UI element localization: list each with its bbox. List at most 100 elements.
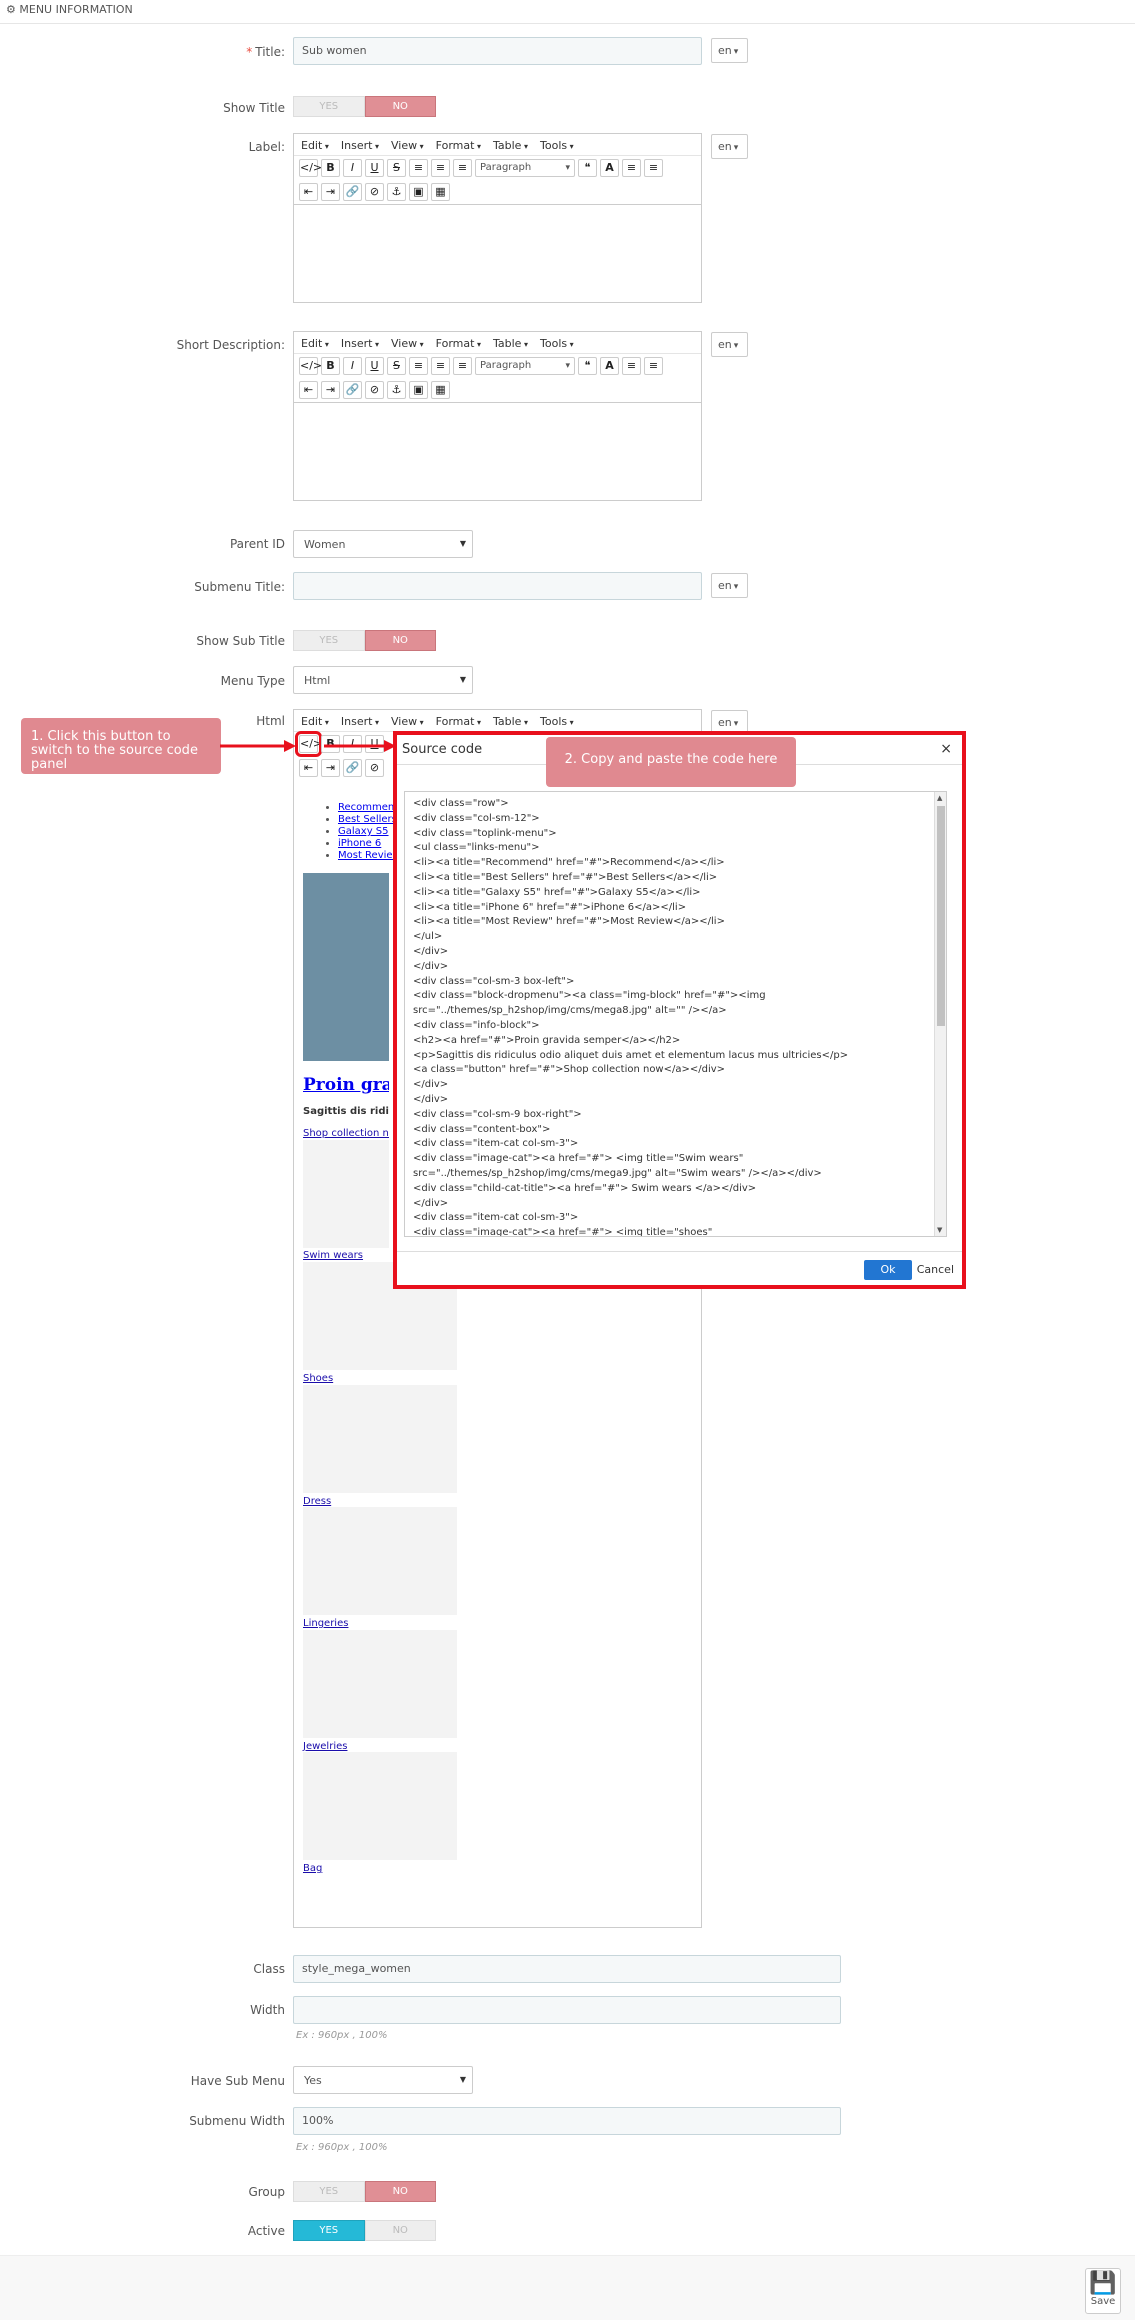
group-yes[interactable]: YES [293,2181,365,2202]
short-desc-editor-area[interactable] [294,402,701,500]
menu-tools[interactable]: Tools [540,715,574,728]
menu-edit[interactable]: Edit [301,139,329,152]
source-code-icon[interactable]: </> [299,159,322,177]
link-icon[interactable]: 🔗 [343,759,362,777]
menu-edit[interactable]: Edit [301,715,329,728]
title-input[interactable]: Sub women [293,37,702,65]
link-icon[interactable]: 🔗 [343,183,362,201]
bold-icon[interactable]: B [321,357,340,375]
class-input[interactable]: style_mega_women [293,1955,841,1983]
preview-link-galaxy[interactable]: Galaxy S5 [338,826,389,837]
media-icon[interactable]: ▣ [409,381,428,399]
preview-link-most-review[interactable]: Most Review [338,850,401,861]
cat-link-swim[interactable]: Swim wears [303,1250,363,1261]
menu-format[interactable]: Format [436,337,481,350]
menu-table[interactable]: Table [493,715,528,728]
preview-heading[interactable]: Proin gravida semper [303,1075,389,1095]
paragraph-select[interactable]: Paragraph [475,159,575,177]
blockquote-icon[interactable]: ❝ [578,159,597,177]
align-right-icon[interactable]: ≡ [453,357,472,375]
label-editor[interactable]: EditInsertViewFormatTableTools </>BIUS≡≡… [293,133,702,303]
menu-format[interactable]: Format [436,139,481,152]
menu-insert[interactable]: Insert [341,715,379,728]
menu-format[interactable]: Format [436,715,481,728]
group-no[interactable]: NO [364,2181,436,2202]
menu-view[interactable]: View [391,139,424,152]
label-editor-area[interactable] [294,204,701,302]
bullet-list-icon[interactable]: ≡ [622,357,641,375]
short-desc-editor[interactable]: EditInsertViewFormatTableTools </>BIUS≡≡… [293,331,702,501]
link-icon[interactable]: 🔗 [343,381,362,399]
parent-id-select[interactable]: Women [293,530,473,558]
anchor-icon[interactable]: ⚓ [387,183,406,201]
code-scrollbar[interactable]: ▲ ▼ [932,792,946,1236]
indent-icon[interactable]: ⇥ [321,183,340,201]
active-yes[interactable]: YES [293,2220,365,2241]
menu-tools[interactable]: Tools [540,337,574,350]
image-icon[interactable]: ▦ [431,381,450,399]
submenu-title-lang-select[interactable]: en [711,573,748,598]
cancel-button[interactable]: Cancel [917,1263,954,1276]
unlink-icon[interactable]: ⊘ [365,759,384,777]
width-input[interactable] [293,1996,841,2024]
show-sub-title-yes[interactable]: YES [293,630,365,651]
image-icon[interactable]: ▦ [431,183,450,201]
menu-type-select[interactable]: Html [293,666,473,694]
short-desc-lang-select[interactable]: en [711,332,748,357]
unlink-icon[interactable]: ⊘ [365,381,384,399]
source-code-textarea[interactable]: <div class="row"> <div class="col-sm-12"… [404,791,947,1237]
preview-link-recommend[interactable]: Recommend [338,802,401,813]
cat-link-shoes[interactable]: Shoes [303,1373,333,1384]
outdent-icon[interactable]: ⇤ [299,183,318,201]
align-center-icon[interactable]: ≡ [431,159,450,177]
italic-icon[interactable]: I [343,159,362,177]
active-no[interactable]: NO [364,2220,436,2241]
numbered-list-icon[interactable]: ≡ [644,159,663,177]
align-center-icon[interactable]: ≡ [431,357,450,375]
show-title-yes[interactable]: YES [293,96,365,117]
unlink-icon[interactable]: ⊘ [365,183,384,201]
group-switch[interactable]: YES NO [293,2181,436,2202]
submenu-width-input[interactable]: 100% [293,2107,841,2135]
preview-link-best-sellers[interactable]: Best Sellers [338,814,397,825]
text-color-icon[interactable]: A [600,159,619,177]
outdent-icon[interactable]: ⇤ [299,759,318,777]
submenu-title-input[interactable] [293,572,702,600]
title-lang-select[interactable]: en [711,38,748,63]
align-left-icon[interactable]: ≡ [409,357,428,375]
preview-link-iphone[interactable]: iPhone 6 [338,838,381,849]
strikethrough-icon[interactable]: S [387,159,406,177]
text-color-icon[interactable]: A [600,357,619,375]
indent-icon[interactable]: ⇥ [321,759,340,777]
align-left-icon[interactable]: ≡ [409,159,428,177]
italic-icon[interactable]: I [343,357,362,375]
show-title-switch[interactable]: YES NO [293,96,436,117]
active-switch[interactable]: YES NO [293,2220,436,2241]
menu-view[interactable]: View [391,337,424,350]
cat-link-lingeries[interactable]: Lingeries [303,1618,348,1629]
bullet-list-icon[interactable]: ≡ [622,159,641,177]
cat-link-dress[interactable]: Dress [303,1496,331,1507]
align-right-icon[interactable]: ≡ [453,159,472,177]
media-icon[interactable]: ▣ [409,183,428,201]
save-button[interactable]: 💾 Save [1085,2268,1121,2314]
menu-tools[interactable]: Tools [540,139,574,152]
paragraph-select[interactable]: Paragraph [475,357,575,375]
menu-view[interactable]: View [391,715,424,728]
cat-link-jewelries[interactable]: Jewelries [303,1741,347,1752]
blockquote-icon[interactable]: ❝ [578,357,597,375]
scrollbar-thumb[interactable] [937,806,945,1026]
menu-table[interactable]: Table [493,139,528,152]
show-sub-title-no[interactable]: NO [364,630,436,651]
label-lang-select[interactable]: en [711,134,748,159]
source-code-icon[interactable]: </> [299,357,322,375]
menu-insert[interactable]: Insert [341,337,379,350]
menu-table[interactable]: Table [493,337,528,350]
ok-button[interactable]: Ok [864,1260,912,1280]
anchor-icon[interactable]: ⚓ [387,381,406,399]
numbered-list-icon[interactable]: ≡ [644,357,663,375]
strikethrough-icon[interactable]: S [387,357,406,375]
menu-edit[interactable]: Edit [301,337,329,350]
show-sub-title-switch[interactable]: YES NO [293,630,436,651]
outdent-icon[interactable]: ⇤ [299,381,318,399]
